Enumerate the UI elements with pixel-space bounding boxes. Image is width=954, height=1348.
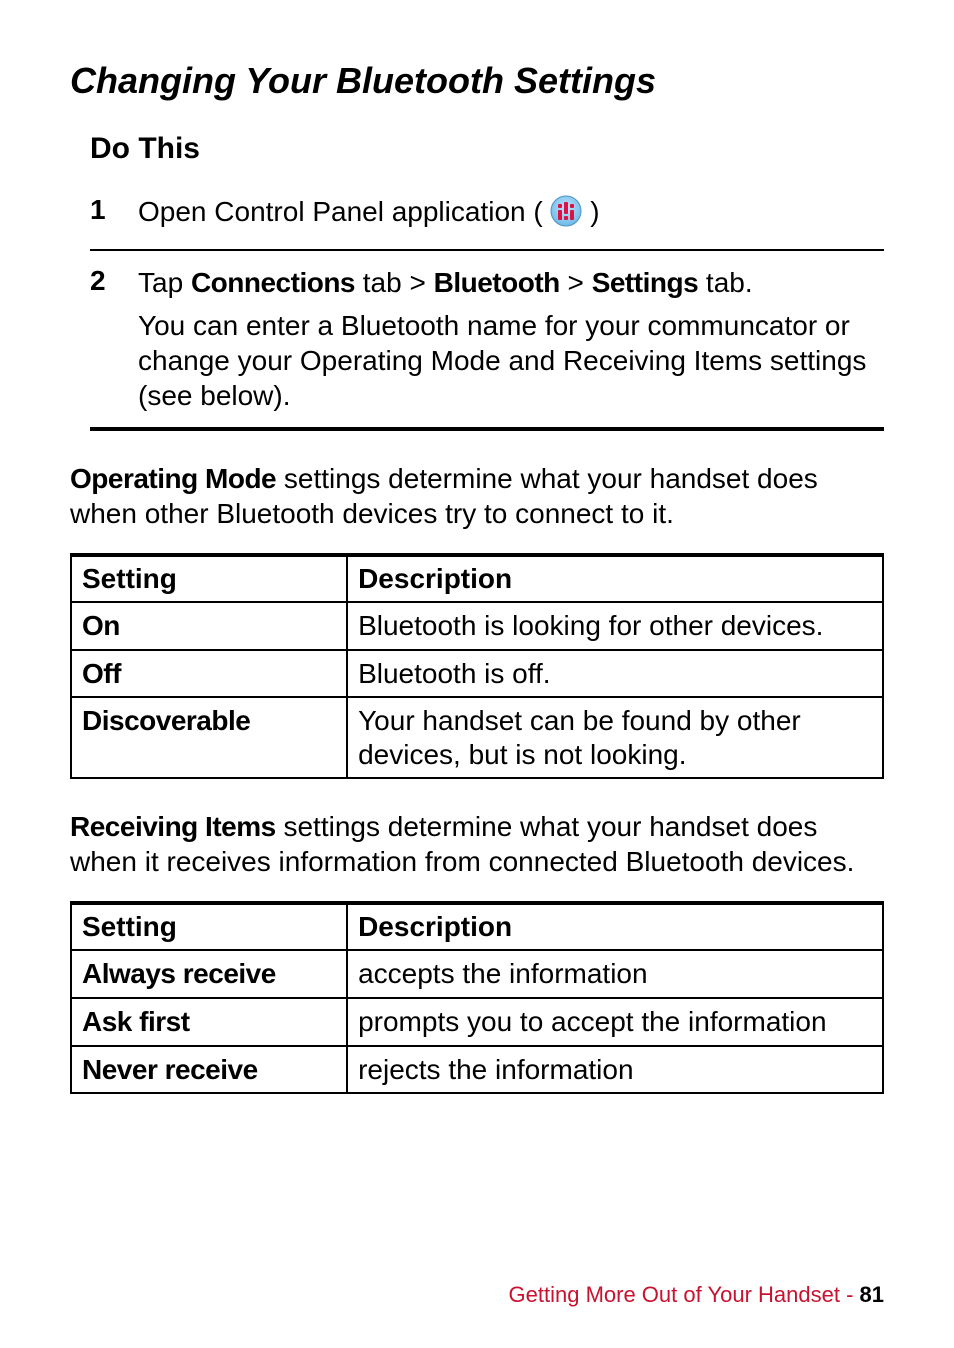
setting-desc: accepts the information xyxy=(347,950,883,998)
col-setting: Setting xyxy=(71,555,347,602)
setting-name: Discoverable xyxy=(82,705,250,736)
table-row: Ask first prompts you to accept the info… xyxy=(71,998,883,1046)
step-number: 1 xyxy=(90,194,138,226)
step-text-pre: Open Control Panel application ( xyxy=(138,196,543,227)
setting-desc: Bluetooth is off. xyxy=(347,650,883,698)
step-body: Tap Connections tab > Bluetooth > Settin… xyxy=(138,265,884,413)
col-setting: Setting xyxy=(71,903,347,950)
ui-bluetooth: Bluetooth xyxy=(434,267,560,298)
step-note: You can enter a Bluetooth name for your … xyxy=(138,308,884,413)
control-panel-icon xyxy=(550,195,582,235)
receiving-items-table: Setting Description Always receive accep… xyxy=(70,901,884,1094)
setting-name: Off xyxy=(82,658,121,689)
setting-desc: Your handset can be found by other devic… xyxy=(347,697,883,778)
step-2: 2 Tap Connections tab > Bluetooth > Sett… xyxy=(90,255,884,423)
table-header-row: Setting Description xyxy=(71,555,883,602)
table-header-row: Setting Description xyxy=(71,903,883,950)
table-row: Off Bluetooth is off. xyxy=(71,650,883,698)
col-description: Description xyxy=(347,903,883,950)
table-row: Never receive rejects the information xyxy=(71,1046,883,1094)
setting-name: On xyxy=(82,610,120,641)
separator xyxy=(90,249,884,251)
page-number: 81 xyxy=(860,1282,884,1307)
receiving-items-label: Receiving Items xyxy=(70,811,276,842)
t: > xyxy=(560,267,592,298)
t: Tap xyxy=(138,267,191,298)
operating-mode-label: Operating Mode xyxy=(70,463,276,494)
setting-name: Always receive xyxy=(82,958,276,989)
table-row: On Bluetooth is looking for other device… xyxy=(71,602,883,650)
do-this-label: Do This xyxy=(90,132,884,166)
table-row: Discoverable Your handset can be found b… xyxy=(71,697,883,778)
ui-connections: Connections xyxy=(191,267,355,298)
t: tab > xyxy=(355,267,434,298)
setting-name: Never receive xyxy=(82,1054,258,1085)
setting-name: Ask first xyxy=(82,1006,190,1037)
table-row: Always receive accepts the information xyxy=(71,950,883,998)
footer-sep: - xyxy=(840,1282,860,1307)
ui-settings: Settings xyxy=(592,267,698,298)
operating-mode-desc: Operating Mode settings determine what y… xyxy=(70,461,884,531)
step-body: Open Control Panel application ( xyxy=(138,194,884,235)
setting-desc: rejects the information xyxy=(347,1046,883,1094)
footer-section: Getting More Out of Your Handset xyxy=(509,1282,840,1307)
page-heading: Changing Your Bluetooth Settings xyxy=(70,60,884,102)
step-text-post: ) xyxy=(590,196,599,227)
operating-mode-table: Setting Description On Bluetooth is look… xyxy=(70,553,884,779)
separator-thick xyxy=(90,427,884,431)
setting-desc: Bluetooth is looking for other devices. xyxy=(347,602,883,650)
step-1: 1 Open Control Panel application ( xyxy=(90,184,884,245)
col-description: Description xyxy=(347,555,883,602)
t: tab. xyxy=(698,267,752,298)
step-number: 2 xyxy=(90,265,138,297)
setting-desc: prompts you to accept the information xyxy=(347,998,883,1046)
receiving-items-desc: Receiving Items settings determine what … xyxy=(70,809,884,879)
page-footer: Getting More Out of Your Handset - 81 xyxy=(509,1282,884,1308)
